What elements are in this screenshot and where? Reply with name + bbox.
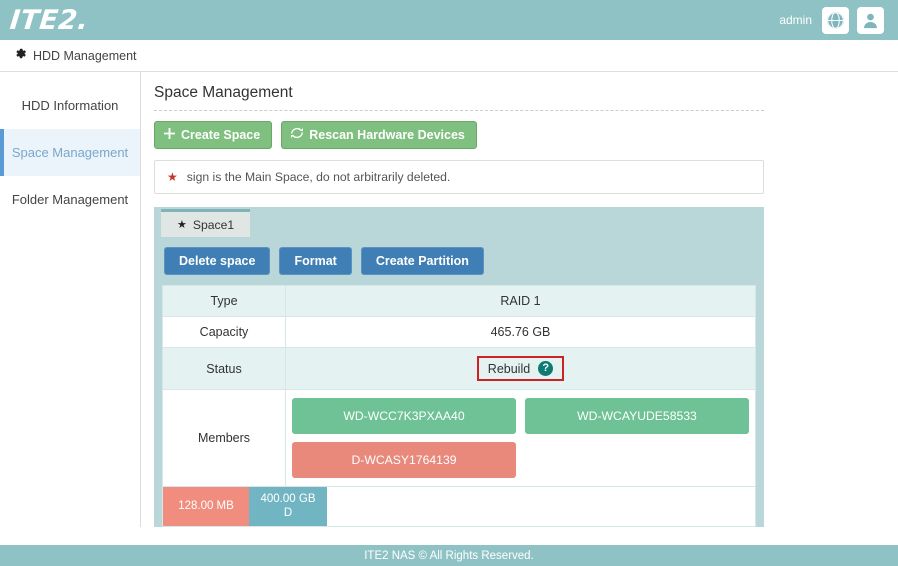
sidebar-item-hdd-information[interactable]: HDD Information (0, 82, 140, 129)
gear-icon (14, 47, 27, 65)
star-icon: ★ (177, 218, 187, 231)
sidebar-item-label: HDD Information (22, 98, 119, 113)
format-button[interactable]: Format (279, 247, 351, 275)
brand-logo: ITE2. (9, 7, 90, 34)
partition-letter: D (284, 507, 292, 520)
partition-segment[interactable]: 128.00 MB (163, 487, 249, 526)
row-value-status: Rebuild ? (286, 348, 756, 390)
space-action-buttons: Delete space Format Create Partition (162, 247, 756, 275)
bottom-spacer (0, 527, 898, 545)
space-tabs: ★ Space1 Delete space Format Create Part… (154, 207, 764, 535)
body: HDD Information Space Management Folder … (0, 72, 898, 527)
globe-icon[interactable] (822, 7, 849, 34)
member-chip[interactable]: WD-WCC7K3PXAA40 (292, 398, 516, 434)
tab-label: Space1 (193, 218, 234, 232)
question-mark-icon[interactable]: ? (538, 361, 553, 376)
partition-size: 400.00 GB (261, 493, 316, 506)
top-bar: ITE2. admin (0, 0, 898, 40)
rescan-label: Rescan Hardware Devices (309, 128, 465, 142)
row-label: Type (163, 286, 286, 317)
table-row-type: Type RAID 1 (163, 286, 756, 317)
row-label: Status (163, 348, 286, 390)
delete-space-button[interactable]: Delete space (164, 247, 270, 275)
tab-strip: ★ Space1 (154, 207, 764, 237)
tab-space1[interactable]: ★ Space1 (161, 209, 250, 237)
main-content: Space Management Create Space (141, 72, 898, 527)
title-divider (154, 110, 764, 111)
members-cell: WD-WCC7K3PXAA40 WD-WCAYUDE58533 D-WCASY1… (286, 390, 756, 487)
row-value: RAID 1 (286, 286, 756, 317)
footer: ITE2 NAS © All Rights Reserved. (0, 545, 898, 566)
app-window: ITE2. admin (0, 0, 898, 566)
user-icon[interactable] (857, 7, 884, 34)
sidebar-item-label: Space Management (12, 145, 128, 160)
footer-text: ITE2 NAS © All Rights Reserved. (364, 550, 534, 562)
partition-free-space (327, 487, 755, 526)
row-label: Capacity (163, 317, 286, 348)
create-space-label: Create Space (181, 128, 260, 142)
member-chip[interactable]: D-WCASY1764139 (292, 442, 516, 478)
main-space-notice: ★ sign is the Main Space, do not arbitra… (154, 160, 764, 194)
breadcrumb-label: HDD Management (33, 49, 137, 63)
sidebar-item-folder-management[interactable]: Folder Management (0, 176, 140, 223)
admin-username: admin (779, 13, 812, 27)
members-grid: WD-WCC7K3PXAA40 WD-WCAYUDE58533 D-WCASY1… (292, 398, 749, 478)
member-chip[interactable]: WD-WCAYUDE58533 (525, 398, 749, 434)
sidebar: HDD Information Space Management Folder … (0, 72, 141, 527)
partition-bar: 128.00 MB 400.00 GB D (162, 487, 756, 527)
sidebar-item-label: Folder Management (12, 192, 128, 207)
star-icon: ★ (167, 170, 178, 184)
create-space-button[interactable]: Create Space (154, 121, 272, 149)
status-text: Rebuild (488, 362, 530, 376)
top-bar-right: admin (779, 7, 884, 34)
breadcrumb: HDD Management (0, 40, 898, 72)
page-title: Space Management (154, 84, 898, 110)
action-button-row: Create Space Rescan Hardware Devices (154, 121, 898, 149)
table-row-capacity: Capacity 465.76 GB (163, 317, 756, 348)
refresh-icon (291, 127, 303, 142)
partition-size: 128.00 MB (178, 500, 234, 513)
plus-icon (164, 128, 175, 142)
sidebar-item-space-management[interactable]: Space Management (0, 129, 140, 176)
row-value: 465.76 GB (286, 317, 756, 348)
create-partition-button[interactable]: Create Partition (361, 247, 484, 275)
row-label: Members (163, 390, 286, 487)
tab-panel: Delete space Format Create Partition Typ… (154, 237, 764, 535)
table-row-status: Status Rebuild ? (163, 348, 756, 390)
notice-text: sign is the Main Space, do not arbitrari… (187, 170, 451, 184)
table-row-members: Members WD-WCC7K3PXAA40 WD-WCAYUDE58533 … (163, 390, 756, 487)
partition-segment[interactable]: 400.00 GB D (249, 487, 327, 526)
rescan-hardware-devices-button[interactable]: Rescan Hardware Devices (281, 121, 477, 149)
space-info-table: Type RAID 1 Capacity 465.76 GB Status Re… (162, 285, 756, 487)
status-badge: Rebuild ? (477, 356, 564, 381)
